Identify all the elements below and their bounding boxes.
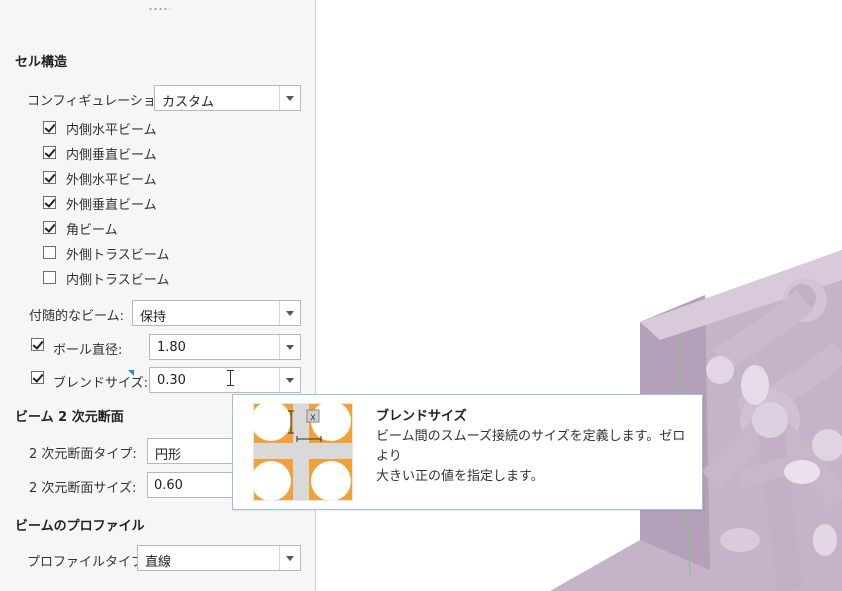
checkbox-icon[interactable] bbox=[43, 121, 56, 134]
profile-title: ビームのプロファイル bbox=[15, 519, 145, 534]
profile-type-label: プロファイルタイプ: bbox=[27, 555, 149, 570]
dropdown-arrow-icon[interactable] bbox=[279, 335, 300, 359]
beam-label: 内側垂直ビーム bbox=[66, 148, 157, 163]
incidental-beams-value: 保持 bbox=[140, 310, 167, 325]
checkbox-icon[interactable] bbox=[43, 146, 56, 159]
profile-type-dropdown[interactable]: 直線 bbox=[137, 545, 301, 571]
dropdown-arrow-icon[interactable] bbox=[279, 368, 300, 392]
configuration-value: カスタム bbox=[162, 95, 215, 110]
cell-structure-title: セル構造 bbox=[15, 55, 68, 70]
profile-type-value: 直線 bbox=[145, 555, 172, 570]
beam-label: 角ビーム bbox=[66, 223, 118, 238]
tooltip-indicator-icon bbox=[128, 370, 134, 376]
blend-size-value: 0.30 bbox=[157, 373, 186, 388]
beam-label: 内側トラスビーム bbox=[66, 273, 170, 288]
dropdown-arrow-icon[interactable] bbox=[279, 301, 300, 325]
blend-size-field[interactable]: 0.30 bbox=[149, 367, 301, 393]
ball-diameter-label: ボール直径: bbox=[53, 343, 123, 358]
checkbox-icon[interactable] bbox=[43, 196, 56, 209]
section-2d-title: ビーム 2 次元断面 bbox=[15, 410, 124, 425]
ball-diameter-field[interactable]: 1.80 bbox=[149, 334, 301, 360]
section-size-value: 0.60 bbox=[154, 478, 183, 493]
section-size-label: 2 次元断面サイズ: bbox=[29, 481, 137, 496]
checkbox-icon[interactable] bbox=[43, 246, 56, 259]
dropdown-arrow-icon[interactable] bbox=[279, 86, 300, 110]
checkbox-icon[interactable] bbox=[43, 221, 56, 234]
ibeam-cursor-icon bbox=[227, 370, 235, 386]
section-type-value: 円形 bbox=[155, 448, 182, 463]
blend-size-checkbox[interactable] bbox=[31, 371, 44, 384]
dropdown-arrow-icon[interactable] bbox=[279, 546, 300, 570]
tooltip-line-2: 大きい正の値を指定します。 bbox=[376, 469, 544, 484]
blend-size-tooltip: x ブレンドサイズ ビーム間のスムーズ接続のサイズを定義します。ゼロより 大きい… bbox=[232, 394, 703, 510]
ball-diameter-checkbox[interactable] bbox=[31, 338, 44, 351]
incidental-beams-label: 付随的なビーム: bbox=[29, 309, 124, 324]
tooltip-body: ビーム間のスムーズ接続のサイズを定義します。ゼロより 大きい正の値を指定します。 bbox=[376, 427, 696, 487]
checkbox-icon[interactable] bbox=[43, 171, 56, 184]
configuration-dropdown[interactable]: カスタム bbox=[154, 85, 301, 111]
beam-label: 外側トラスビーム bbox=[66, 248, 170, 263]
tooltip-title: ブレンドサイズ bbox=[376, 409, 467, 424]
beam-label: 外側水平ビーム bbox=[66, 173, 157, 188]
blend-size-illustration: x bbox=[253, 403, 353, 501]
checkbox-icon[interactable] bbox=[43, 271, 56, 284]
beam-label: 内側水平ビーム bbox=[66, 123, 157, 138]
incidental-beams-dropdown[interactable]: 保持 bbox=[132, 300, 301, 326]
panel-grip-icon[interactable] bbox=[148, 7, 170, 11]
configuration-label: コンフィギュレーション: bbox=[27, 94, 174, 109]
section-type-label: 2 次元断面タイプ: bbox=[29, 447, 137, 462]
image-mark: x bbox=[311, 412, 316, 423]
beam-label: 外側垂直ビーム bbox=[66, 198, 157, 213]
tooltip-line-1: ビーム間のスムーズ接続のサイズを定義します。ゼロより bbox=[376, 429, 686, 464]
ball-diameter-value: 1.80 bbox=[157, 340, 186, 355]
